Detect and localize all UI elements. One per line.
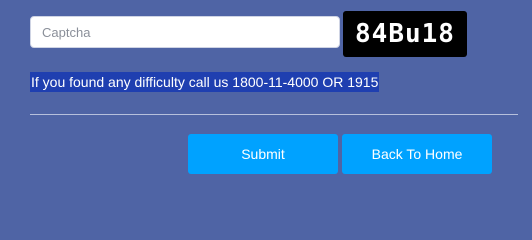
divider — [30, 114, 518, 115]
captcha-image: 84Bu18 — [343, 11, 467, 57]
submit-button[interactable]: Submit — [188, 134, 338, 174]
help-contact-text: If you found any difficulty call us 1800… — [30, 72, 380, 92]
back-to-home-button[interactable]: Back To Home — [342, 134, 492, 174]
captcha-input[interactable] — [30, 16, 340, 48]
